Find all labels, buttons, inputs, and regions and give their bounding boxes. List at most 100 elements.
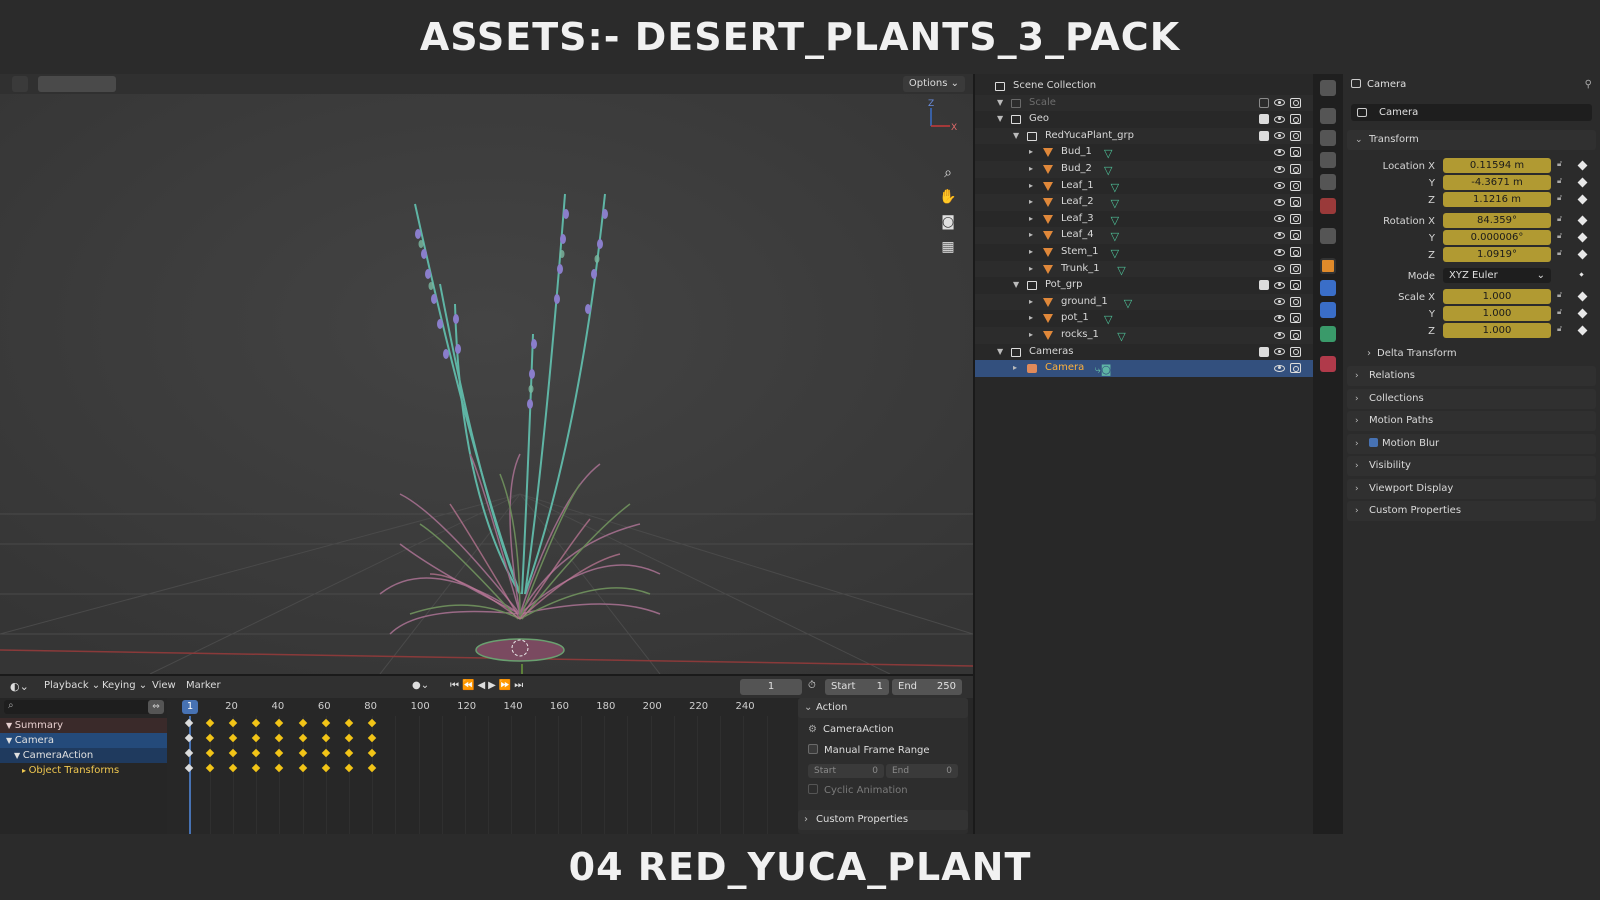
disclosure-collapsed-icon[interactable]: ▸ <box>1013 360 1017 377</box>
keyframe[interactable] <box>275 733 284 743</box>
rotation-y-field[interactable]: 0.000006° <box>1443 230 1551 245</box>
keyframe-diamond-icon[interactable] <box>1577 325 1588 336</box>
disclosure-collapsed-icon[interactable]: ▸ <box>1029 261 1033 278</box>
render-camera-icon[interactable] <box>1290 296 1301 307</box>
visibility-eye-icon[interactable] <box>1274 348 1285 356</box>
keyframe[interactable] <box>321 748 331 758</box>
visibility-eye-icon[interactable] <box>1274 198 1285 206</box>
outliner-row[interactable]: ▸ Stem_1 ▽ <box>975 244 1315 261</box>
channel-search-input[interactable]: ⌕ ⇔ <box>4 700 164 714</box>
outliner-row[interactable]: ▸ Leaf_2 ▽ <box>975 194 1315 211</box>
exclude-checkbox-icon[interactable] <box>1259 130 1269 141</box>
keyframe-diamond-icon[interactable] <box>1577 177 1588 188</box>
render-camera-icon[interactable] <box>1290 180 1301 191</box>
outliner-row[interactable]: ▼ Scale <box>975 94 1315 112</box>
scale-z-field[interactable]: 1.000 <box>1443 323 1551 338</box>
outliner-row[interactable]: ▸ pot_1 ▽ <box>975 310 1315 327</box>
disclosure-expanded-icon[interactable]: ▼ <box>1013 277 1019 294</box>
render-camera-icon[interactable] <box>1290 114 1301 125</box>
disclosure-expanded-icon[interactable]: ▼ <box>997 344 1003 361</box>
end-frame-field[interactable]: End 250 <box>892 679 962 695</box>
visibility-eye-icon[interactable] <box>1274 115 1285 123</box>
render-tab-icon[interactable] <box>1320 108 1336 124</box>
select-mode-buttons[interactable] <box>38 76 116 92</box>
outliner-row[interactable]: ▸ Bud_2 ▽ <box>975 161 1315 178</box>
outliner-row[interactable]: ▼ Pot_grp <box>975 277 1315 294</box>
section-relations[interactable]: › Relations <box>1347 366 1596 386</box>
keyframe[interactable] <box>368 718 377 728</box>
camera-view-icon[interactable]: ◙ <box>937 211 959 233</box>
exclude-checkbox-icon[interactable] <box>1259 97 1269 108</box>
lock-icon[interactable]: 🔓︎ <box>1557 307 1562 317</box>
keyframe[interactable] <box>228 718 238 728</box>
outliner-row[interactable]: ▸ Leaf_1 ▽ <box>975 178 1315 195</box>
action-header[interactable]: ⌄ Action <box>798 698 968 718</box>
keyframe[interactable] <box>252 763 261 773</box>
swap-icon[interactable]: ⇔ <box>148 700 164 714</box>
pin-icon[interactable]: ⚲ <box>1585 79 1592 90</box>
world-tab-icon[interactable] <box>1320 198 1336 214</box>
location-y-field[interactable]: -4.3671 m <box>1443 175 1551 190</box>
section-visibility[interactable]: › Visibility <box>1347 456 1596 476</box>
keyframe[interactable] <box>205 748 215 758</box>
keyframe[interactable] <box>298 718 307 728</box>
keyframe[interactable] <box>368 733 377 743</box>
output-tab-icon[interactable] <box>1320 130 1336 146</box>
keyframe[interactable] <box>298 733 307 743</box>
outliner-row[interactable]: ▼ RedYucaPlant_grp <box>975 127 1315 145</box>
render-camera-icon[interactable] <box>1290 280 1301 291</box>
record-icon[interactable]: ●⌄ <box>412 680 429 691</box>
tool-tab-icon[interactable] <box>1320 80 1336 96</box>
ortho-grid-icon[interactable]: ▦ <box>937 236 959 258</box>
render-camera-icon[interactable] <box>1290 230 1301 241</box>
disclosure-expanded-icon[interactable]: ▼ <box>1013 128 1019 145</box>
channel-object[interactable]: ▼ Camera <box>0 733 167 748</box>
render-camera-icon[interactable] <box>1290 313 1301 324</box>
visibility-eye-icon[interactable] <box>1274 265 1285 273</box>
current-frame-field[interactable]: 1 <box>740 679 802 695</box>
transform-section-header[interactable]: ⌄ Transform <box>1347 130 1596 150</box>
disclosure-collapsed-icon[interactable]: ▸ <box>1029 310 1033 327</box>
timer-icon[interactable]: ⏱ <box>808 680 816 691</box>
lock-icon[interactable]: 🔓︎ <box>1557 231 1562 241</box>
keyframe[interactable] <box>298 748 307 758</box>
view-layer-tab-icon[interactable] <box>1320 152 1336 168</box>
disclosure-collapsed-icon[interactable]: ▸ <box>1029 161 1033 178</box>
collection-tab-icon[interactable] <box>1320 228 1336 244</box>
rotation-z-field[interactable]: 1.0919° <box>1443 247 1551 262</box>
object-tab-icon[interactable] <box>1320 258 1336 274</box>
exclude-checkbox-icon[interactable] <box>1259 280 1269 291</box>
object-name-field[interactable]: Camera <box>1351 104 1592 121</box>
lock-icon[interactable]: 🔓︎ <box>1557 214 1562 224</box>
menu-keying[interactable]: Keying ⌄ <box>102 680 147 691</box>
visibility-eye-icon[interactable] <box>1274 298 1285 306</box>
render-camera-icon[interactable] <box>1290 363 1301 374</box>
rotation-x-field[interactable]: 84.359° <box>1443 213 1551 228</box>
exclude-checkbox-icon[interactable] <box>1259 346 1269 357</box>
pan-hand-icon[interactable]: ✋ <box>937 186 959 208</box>
keyframe[interactable] <box>368 748 377 758</box>
outliner-row[interactable]: ▸ ground_1 ▽ <box>975 293 1315 311</box>
disclosure-collapsed-icon[interactable]: ▸ <box>1029 227 1033 244</box>
visibility-eye-icon[interactable] <box>1274 314 1285 322</box>
start-frame-field[interactable]: Start 1 <box>825 679 889 695</box>
outliner-row[interactable]: Scene Collection <box>975 78 1315 95</box>
channel-list[interactable]: ⌕ ⇔ ▼ Summary ▼ Camera ▼ CameraAction ▸ Obj… <box>0 698 167 834</box>
properties-panel[interactable]: Camera ⚲ Camera ⌄ Transform Location X 0… <box>1343 74 1600 834</box>
disclosure-icon[interactable]: ▼ <box>6 721 15 730</box>
channel-group[interactable]: ▸ Object Transforms <box>0 763 167 778</box>
section-custom-properties[interactable]: › Custom Properties <box>1347 501 1596 521</box>
outliner-row[interactable]: ▸ Leaf_3 ▽ <box>975 211 1315 228</box>
keyframe[interactable] <box>252 718 261 728</box>
manual-frame-range-toggle[interactable]: Manual Frame Range <box>808 744 930 756</box>
render-camera-icon[interactable] <box>1290 197 1301 208</box>
keyframe[interactable] <box>205 718 215 728</box>
motion-blur-checkbox[interactable] <box>1369 437 1378 447</box>
channel-summary[interactable]: ▼ Summary <box>0 718 167 733</box>
visibility-eye-icon[interactable] <box>1274 182 1285 190</box>
outliner-row[interactable]: ▼ Cameras <box>975 344 1315 361</box>
outliner-row[interactable]: ▸ rocks_1 ▽ <box>975 327 1315 344</box>
visibility-eye-icon[interactable] <box>1274 148 1285 156</box>
section-motion-paths[interactable]: › Motion Paths <box>1347 411 1596 431</box>
render-camera-icon[interactable] <box>1290 147 1301 158</box>
